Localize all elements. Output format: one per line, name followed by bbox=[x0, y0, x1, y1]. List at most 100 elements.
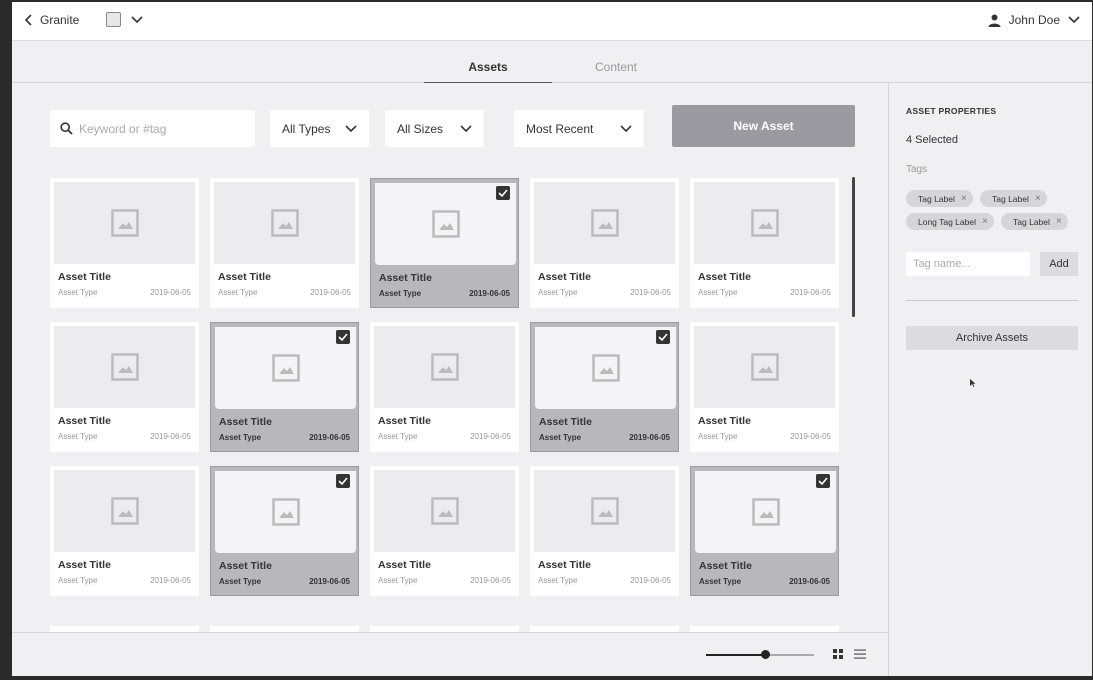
checkbox-checked-icon[interactable] bbox=[336, 330, 350, 344]
tag-chip: Tag Label × bbox=[980, 190, 1047, 207]
new-asset-button[interactable]: New Asset bbox=[672, 105, 855, 147]
asset-title: Asset Title bbox=[699, 560, 752, 572]
asset-title: Asset Title bbox=[538, 271, 591, 283]
tag-label: Tag Label bbox=[1013, 216, 1050, 227]
asset-title: Asset Title bbox=[58, 559, 111, 571]
slider-fill bbox=[706, 654, 766, 656]
tag-chip: Tag Label × bbox=[906, 190, 973, 207]
tag-chip: Long Tag Label × bbox=[906, 213, 994, 230]
image-placeholder-icon bbox=[431, 210, 460, 238]
asset-card[interactable]: Asset Title Asset Type 2019-06-05 bbox=[370, 322, 519, 452]
asset-thumbnail bbox=[694, 182, 835, 264]
image-placeholder-icon bbox=[750, 353, 779, 381]
asset-thumbnail bbox=[54, 470, 195, 552]
image-placeholder-icon bbox=[590, 209, 619, 237]
asset-type: Asset Type bbox=[58, 288, 98, 297]
checkbox-checked-icon[interactable] bbox=[496, 186, 510, 200]
close-icon[interactable]: × bbox=[1056, 216, 1062, 227]
chevron-left-icon bbox=[24, 14, 32, 26]
asset-card[interactable]: Asset Title Asset Type 2019-06-05 bbox=[530, 322, 679, 452]
asset-title: Asset Title bbox=[219, 560, 272, 572]
asset-card[interactable]: Asset Title Asset Type 2019-06-05 bbox=[370, 466, 519, 596]
image-placeholder-icon bbox=[590, 497, 619, 525]
asset-card[interactable]: Asset Title Asset Type 2019-06-05 bbox=[210, 178, 359, 308]
user-menu[interactable]: John Doe bbox=[988, 13, 1080, 27]
asset-title: Asset Title bbox=[698, 271, 751, 283]
tab-bar: Assets Content bbox=[12, 42, 1092, 83]
asset-thumbnail bbox=[54, 182, 195, 264]
asset-card[interactable]: Asset Title Asset Type 2019-06-05 bbox=[50, 178, 199, 308]
asset-title: Asset Title bbox=[58, 415, 111, 427]
asset-card[interactable]: Asset Title Asset Type 2019-06-05 bbox=[530, 466, 679, 596]
tag-label: Tag Label bbox=[992, 193, 1029, 204]
asset-type: Asset Type bbox=[219, 433, 262, 442]
image-placeholder-icon bbox=[110, 353, 139, 381]
asset-date: 2019-06-05 bbox=[630, 576, 671, 585]
sort-dropdown[interactable]: Most Recent bbox=[514, 110, 644, 147]
list-view-icon[interactable] bbox=[854, 647, 866, 665]
asset-thumbnail bbox=[695, 471, 836, 553]
asset-thumbnail bbox=[374, 470, 515, 552]
sort-value: Most Recent bbox=[526, 121, 594, 136]
asset-title: Asset Title bbox=[698, 415, 751, 427]
size-filter-dropdown[interactable]: All Sizes bbox=[385, 110, 484, 147]
asset-title: Asset Title bbox=[378, 559, 431, 571]
type-filter-dropdown[interactable]: All Types bbox=[270, 110, 369, 147]
asset-card[interactable]: Asset Title Asset Type 2019-06-05 bbox=[210, 466, 359, 596]
asset-date: 2019-06-05 bbox=[790, 432, 831, 441]
document-selector[interactable] bbox=[106, 12, 143, 27]
asset-card[interactable]: Asset Title Asset Type 2019-06-05 bbox=[370, 178, 519, 308]
tab-assets[interactable]: Assets bbox=[424, 60, 552, 83]
close-icon[interactable]: × bbox=[1035, 193, 1041, 204]
asset-card[interactable]: Asset Title Asset Type 2019-06-05 bbox=[210, 322, 359, 452]
tag-label: Tag Label bbox=[918, 193, 955, 204]
search-icon bbox=[60, 122, 73, 135]
asset-type: Asset Type bbox=[58, 432, 98, 441]
asset-date: 2019-06-05 bbox=[309, 577, 350, 586]
asset-card[interactable]: Asset Title Asset Type 2019-06-05 bbox=[50, 322, 199, 452]
top-bar: Granite John Doe bbox=[12, 2, 1092, 41]
chevron-down-icon bbox=[131, 15, 143, 23]
back-button[interactable]: Granite bbox=[24, 13, 79, 27]
search-input[interactable]: Keyword or #tag bbox=[50, 110, 255, 147]
divider bbox=[906, 300, 1078, 301]
search-placeholder: Keyword or #tag bbox=[79, 121, 167, 136]
selected-count: 4 Selected bbox=[906, 134, 958, 146]
asset-thumbnail bbox=[215, 327, 356, 409]
close-icon[interactable]: × bbox=[982, 216, 988, 227]
tag-name-input[interactable]: Tag name... bbox=[906, 252, 1030, 276]
checkbox-checked-icon[interactable] bbox=[336, 474, 350, 488]
app-window: Granite John Doe Assets Content Keyword … bbox=[12, 2, 1092, 676]
document-icon bbox=[106, 12, 121, 27]
asset-card[interactable]: Asset Title Asset Type 2019-06-05 bbox=[50, 466, 199, 596]
asset-date: 2019-06-05 bbox=[150, 432, 191, 441]
image-placeholder-icon bbox=[271, 498, 300, 526]
asset-thumbnail bbox=[375, 183, 516, 265]
asset-type: Asset Type bbox=[378, 432, 418, 441]
asset-card[interactable]: Asset Title Asset Type 2019-06-05 bbox=[690, 322, 839, 452]
asset-card[interactable]: Asset Title Asset Type 2019-06-05 bbox=[530, 178, 679, 308]
asset-type: Asset Type bbox=[538, 288, 578, 297]
close-icon[interactable]: × bbox=[961, 193, 967, 204]
checkbox-checked-icon[interactable] bbox=[656, 330, 670, 344]
image-placeholder-icon bbox=[751, 498, 780, 526]
tab-content[interactable]: Content bbox=[552, 60, 680, 83]
checkbox-checked-icon[interactable] bbox=[816, 474, 830, 488]
asset-card[interactable]: Asset Title Asset Type 2019-06-05 bbox=[690, 466, 839, 596]
asset-type: Asset Type bbox=[58, 576, 98, 585]
slider-handle[interactable] bbox=[760, 650, 770, 659]
chevron-down-icon bbox=[460, 124, 472, 132]
thumbnail-size-slider[interactable] bbox=[706, 650, 814, 659]
chevron-down-icon bbox=[620, 124, 632, 132]
archive-assets-button[interactable]: Archive Assets bbox=[906, 326, 1078, 350]
asset-browser: Keyword or #tag All Types All Sizes Most… bbox=[12, 83, 888, 676]
asset-date: 2019-06-05 bbox=[150, 288, 191, 297]
asset-card[interactable]: Asset Title Asset Type 2019-06-05 bbox=[690, 178, 839, 308]
asset-date: 2019-06-05 bbox=[310, 288, 351, 297]
mouse-cursor-icon bbox=[970, 379, 976, 387]
scrollbar-thumb[interactable] bbox=[852, 177, 855, 317]
asset-properties-panel: ASSET PROPERTIES 4 Selected Tags Tag Lab… bbox=[888, 83, 1092, 676]
grid-view-icon[interactable] bbox=[832, 647, 844, 665]
add-tag-button[interactable]: Add bbox=[1040, 252, 1078, 276]
image-placeholder-icon bbox=[430, 497, 459, 525]
